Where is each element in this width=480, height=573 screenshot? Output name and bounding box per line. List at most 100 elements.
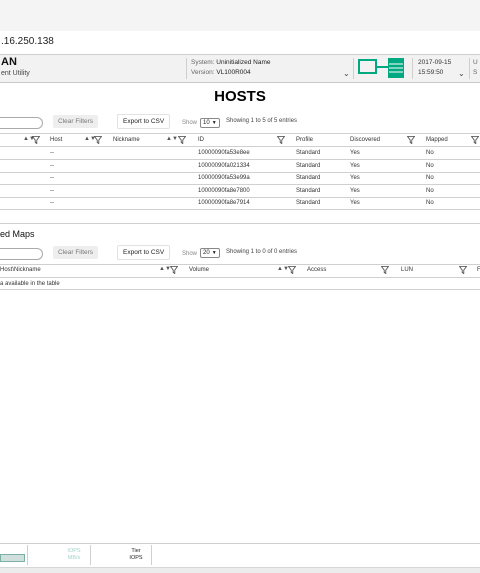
system-chevron-down-icon[interactable]: ⌄: [343, 69, 350, 78]
datetime-chevron-down-icon[interactable]: ⌄: [458, 69, 465, 78]
maps-show-label: Show: [182, 251, 198, 257]
cell-host: --: [50, 188, 54, 194]
maps-export-csv-button[interactable]: Export to CSV: [117, 245, 171, 260]
system-label: System:: [191, 59, 215, 66]
hosts-entries-info: Showing 1 to 5 of 5 entries: [226, 118, 298, 124]
browser-toolbar: [0, 0, 480, 32]
cell-host: --: [50, 150, 54, 156]
filter-icon[interactable]: [277, 136, 285, 144]
storage-device-icon[interactable]: [358, 57, 406, 79]
table-divider: [0, 172, 480, 173]
footer-tab2-line1: Tier: [131, 548, 141, 554]
cell-profile: Standard: [296, 150, 321, 156]
table-divider: [0, 184, 480, 185]
cell-mapped: No: [426, 188, 434, 194]
cell-discovered: Yes: [350, 175, 360, 181]
date-time: 2017-09-15 15:59:50: [418, 58, 451, 78]
maps-entries-info: Showing 1 to 0 of 0 entries: [226, 249, 298, 255]
filter-icon[interactable]: [178, 136, 186, 144]
header-divider: [186, 58, 187, 79]
hosts-clear-filters-button[interactable]: Clear Filters: [53, 115, 99, 128]
system-value: Uninitialized Name: [216, 59, 271, 66]
app-subtitle: ent Utility: [1, 70, 30, 77]
footer-tab1-line2: MB/s: [67, 555, 81, 561]
user-info[interactable]: U S: [473, 58, 478, 78]
date-text: 2017-09-15: [418, 59, 452, 66]
cell-id: 10000090fa8e7800: [198, 188, 250, 194]
column-header-host-nickname[interactable]: Host\Nickname: [0, 267, 41, 273]
hosts-search-input[interactable]: [0, 117, 43, 129]
cell-id: 10000090fa53e8ee: [198, 150, 250, 156]
user-info-line2: S: [473, 69, 478, 76]
table-divider: [0, 197, 480, 198]
footer-tab-tier-iops[interactable]: Tier IOPS: [122, 548, 150, 562]
table-divider: [0, 264, 480, 265]
cell-profile: Standard: [296, 175, 321, 181]
filter-icon[interactable]: [459, 266, 467, 274]
table-divider: [0, 277, 480, 278]
address-bar[interactable]: .16.250.138: [0, 31, 480, 55]
cell-profile: Standard: [296, 200, 321, 206]
header-divider: [469, 58, 470, 79]
column-header-discovered[interactable]: Discovered: [350, 137, 380, 143]
cell-discovered: Yes: [350, 163, 360, 169]
maps-page-size-select[interactable]: 20 ▼: [200, 248, 220, 258]
version-label: Version:: [191, 69, 215, 76]
footer-divider: [90, 545, 91, 565]
column-header-nickname[interactable]: Nickname: [113, 137, 140, 143]
filter-icon[interactable]: [94, 136, 102, 144]
cell-host: --: [50, 200, 54, 206]
column-header-id[interactable]: ID: [198, 137, 204, 143]
hosts-page-size-select[interactable]: 10 ▼: [200, 118, 220, 128]
system-info: System: Uninitialized Name Version: VL10…: [191, 58, 271, 78]
column-header-host[interactable]: Host: [50, 137, 62, 143]
table-divider: [0, 133, 480, 134]
sort-icon[interactable]: ▲▼: [166, 136, 178, 142]
maps-search-input[interactable]: [0, 248, 43, 260]
hosts-show-label: Show: [182, 120, 198, 126]
footer-divider: [27, 545, 28, 565]
column-header-volume[interactable]: Volume: [189, 267, 209, 273]
time-text: 15:59:50: [418, 69, 444, 76]
performance-bar: [0, 554, 25, 562]
cell-mapped: No: [426, 163, 434, 169]
column-header-lun[interactable]: LUN: [401, 267, 413, 273]
filter-icon[interactable]: [32, 136, 40, 144]
column-header-access[interactable]: Access: [307, 267, 326, 273]
filter-icon[interactable]: [381, 266, 389, 274]
maps-page-size-value: 20: [203, 250, 210, 256]
page-title: HOSTS: [214, 88, 266, 105]
footer-divider: [151, 545, 152, 565]
cell-id: 10000090fa53e99a: [198, 175, 250, 181]
table-divider: [0, 159, 480, 160]
column-header-profile[interactable]: Profile: [296, 137, 313, 143]
section-divider: [0, 223, 480, 224]
app-header: AN ent Utility System: Uninitialized Nam…: [0, 55, 480, 83]
cell-mapped: No: [426, 150, 434, 156]
cell-discovered: Yes: [350, 150, 360, 156]
footer-tab1-line1: IOPS: [67, 548, 81, 554]
cell-host: --: [50, 163, 54, 169]
footer-tab-iops-mbs[interactable]: IOPS MB/s: [60, 548, 88, 562]
footer-tab2-line2: IOPS: [129, 555, 143, 561]
header-divider: [353, 58, 354, 79]
filter-icon[interactable]: [288, 266, 296, 274]
version-value: VL100R004: [216, 69, 251, 76]
hosts-export-csv-button[interactable]: Export to CSV: [117, 114, 171, 129]
cell-profile: Standard: [296, 188, 321, 194]
empty-table-message: a available in the table: [0, 281, 60, 287]
cell-id: 10000090fa8e7914: [198, 200, 250, 206]
filter-icon[interactable]: [407, 136, 415, 144]
cell-host: --: [50, 175, 54, 181]
dropdown-arrow-icon: ▼: [211, 120, 217, 126]
user-info-line1: U: [473, 59, 478, 66]
dropdown-arrow-icon: ▼: [211, 250, 217, 256]
filter-icon[interactable]: [471, 136, 479, 144]
table-divider: [0, 289, 480, 290]
maps-clear-filters-button[interactable]: Clear Filters: [53, 246, 99, 259]
cell-mapped: No: [426, 175, 434, 181]
filter-icon[interactable]: [170, 266, 178, 274]
table-divider: [0, 146, 480, 147]
address-text[interactable]: .16.250.138: [1, 36, 54, 47]
column-header-mapped[interactable]: Mapped: [426, 137, 448, 143]
